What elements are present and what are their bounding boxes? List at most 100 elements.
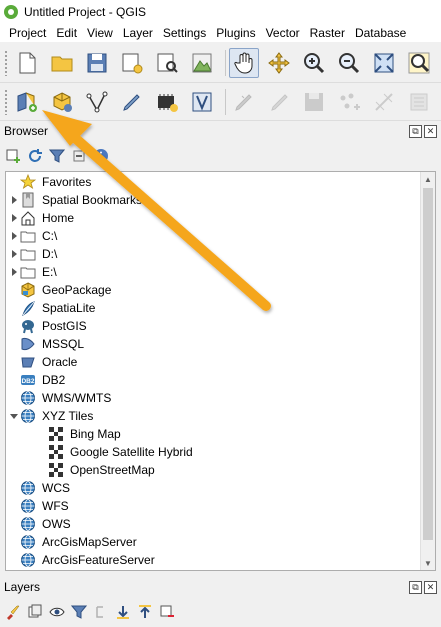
vertex-tool-button[interactable] — [82, 87, 112, 117]
new-project-button[interactable] — [12, 48, 42, 78]
close-panel-button[interactable]: ✕ — [424, 580, 437, 594]
paintbrush-icon — [7, 605, 20, 620]
undock-panel-button[interactable]: ⧉ — [409, 124, 422, 138]
layout-manager-button[interactable] — [152, 48, 182, 78]
add-feature-button[interactable] — [264, 87, 294, 117]
tree-item-label: OWS — [42, 517, 71, 531]
save-project-button[interactable] — [82, 48, 112, 78]
collapsed-arrow-icon[interactable] — [8, 209, 20, 227]
new-geopackage-layer-button[interactable] — [47, 87, 77, 117]
tree-item-openstreetmap[interactable]: OpenStreetMap — [6, 461, 435, 479]
collapse-all-layers-button[interactable] — [136, 603, 154, 621]
new-print-layout-button[interactable] — [117, 48, 147, 78]
properties-button[interactable] — [92, 147, 110, 165]
zoom-in-button[interactable] — [299, 48, 329, 78]
menu-edit[interactable]: Edit — [51, 26, 82, 40]
filter-by-expression-button[interactable] — [92, 603, 110, 621]
tree-item-spatial-bookmarks[interactable]: Spatial Bookmarks — [6, 191, 418, 209]
scroll-thumb[interactable] — [423, 188, 433, 540]
menu-view[interactable]: View — [82, 26, 118, 40]
expanded-arrow-icon[interactable] — [8, 407, 20, 425]
tree-item-wfs[interactable]: WFS — [6, 497, 418, 515]
filter-button[interactable] — [48, 147, 66, 165]
add-selected-layers-button[interactable] — [4, 147, 22, 165]
browser-tree[interactable]: ▲ ▼ Favorites Spatial Bookmarks Home C:\ D:\… — [5, 171, 436, 571]
tree-item-oracle[interactable]: Oracle — [6, 353, 418, 371]
expand-all-button[interactable] — [114, 603, 132, 621]
tree-item-home[interactable]: Home — [6, 209, 418, 227]
zoom-to-selection-button[interactable] — [404, 48, 434, 78]
open-project-button[interactable] — [47, 48, 77, 78]
tree-item-arcgisfeatureserver[interactable]: ArcGisFeatureServer — [6, 551, 418, 569]
menu-database[interactable]: Database — [350, 26, 411, 40]
tree-item-arcgismapserver[interactable]: ArcGisMapServer — [6, 533, 418, 551]
menu-project[interactable]: Project — [0, 26, 51, 40]
pan-to-selection-icon — [268, 52, 290, 74]
tree-item-e[interactable]: E:\ — [6, 263, 418, 281]
zoom-to-selection-icon — [408, 52, 430, 74]
pan-button[interactable] — [229, 48, 259, 78]
tree-item-label: Bing Map — [70, 427, 121, 441]
add-point-button[interactable] — [334, 87, 364, 117]
zoom-out-icon — [339, 53, 360, 74]
layer-styling-button[interactable] — [4, 603, 22, 621]
menu-plugins[interactable]: Plugins — [211, 26, 260, 40]
tree-item-label: PostGIS — [42, 319, 87, 333]
tree-item-google-satellite-hybrid[interactable]: Google Satellite Hybrid — [6, 443, 435, 461]
collapsed-arrow-icon[interactable] — [8, 191, 20, 209]
menu-layer[interactable]: Layer — [118, 26, 158, 40]
style-manager-icon — [192, 53, 212, 73]
delete-selected-button[interactable] — [404, 87, 434, 117]
tree-item-db2[interactable]: DB2 DB2 — [6, 371, 418, 389]
zoom-out-button[interactable] — [334, 48, 364, 78]
scroll-up-arrow-icon[interactable]: ▲ — [421, 172, 435, 186]
collapsed-arrow-icon[interactable] — [8, 245, 20, 263]
toggle-editing-button[interactable] — [229, 87, 259, 117]
close-panel-button[interactable]: ✕ — [424, 124, 437, 138]
postgis-icon — [20, 318, 36, 334]
xyz-tile-icon — [48, 426, 64, 442]
menu-settings[interactable]: Settings — [158, 26, 211, 40]
tree-item-xyz-tiles[interactable]: XYZ Tiles — [6, 407, 418, 425]
pan-to-selection-button[interactable] — [264, 48, 294, 78]
add-group-button[interactable] — [26, 603, 44, 621]
scroll-down-arrow-icon[interactable]: ▼ — [421, 556, 435, 570]
tree-item-wcs[interactable]: WCS — [6, 479, 418, 497]
style-manager-button[interactable] — [187, 48, 217, 78]
tree-item-mssql[interactable]: MSSQL — [6, 335, 418, 353]
filter-icon — [71, 605, 87, 619]
collapse-all-button[interactable] — [70, 147, 88, 165]
tree-item-bing-map[interactable]: Bing Map — [6, 425, 435, 443]
tree-item-c[interactable]: C:\ — [6, 227, 418, 245]
tree-item-spatialite[interactable]: SpatiaLite — [6, 299, 418, 317]
manage-map-themes-button[interactable] — [48, 603, 66, 621]
save-edits-button[interactable] — [299, 87, 329, 117]
add-feature-icon — [271, 94, 288, 111]
node-tool-button[interactable] — [369, 87, 399, 117]
toolbar-grip[interactable] — [4, 50, 8, 76]
tree-item-wms-wmts[interactable]: WMS/WMTS — [6, 389, 418, 407]
identify-features-button[interactable] — [187, 87, 217, 117]
undock-panel-button[interactable]: ⧉ — [409, 580, 422, 594]
vertical-scrollbar[interactable]: ▲ ▼ — [420, 172, 435, 570]
folder-icon — [20, 228, 36, 244]
toolbar-grip[interactable] — [4, 89, 8, 115]
data-toolbar — [0, 84, 441, 121]
tree-item-postgis[interactable]: PostGIS — [6, 317, 418, 335]
menu-raster[interactable]: Raster — [305, 26, 350, 40]
menu-vector[interactable]: Vector — [261, 26, 305, 40]
tree-item-favorites[interactable]: Favorites — [6, 173, 418, 191]
digitize-button[interactable] — [117, 87, 147, 117]
tree-item-geopackage[interactable]: GeoPackage — [6, 281, 418, 299]
new-temporary-layer-button[interactable] — [152, 87, 182, 117]
remove-layer-button[interactable] — [158, 603, 176, 621]
filter-legend-button[interactable] — [70, 603, 88, 621]
collapsed-arrow-icon[interactable] — [8, 227, 20, 245]
zoom-full-button[interactable] — [369, 48, 399, 78]
refresh-button[interactable] — [26, 147, 44, 165]
tree-item-d[interactable]: D:\ — [6, 245, 418, 263]
data-source-manager-button[interactable] — [12, 87, 42, 117]
collapsed-arrow-icon[interactable] — [8, 263, 20, 281]
tree-item-ows[interactable]: OWS — [6, 515, 418, 533]
globe-icon — [20, 498, 36, 514]
